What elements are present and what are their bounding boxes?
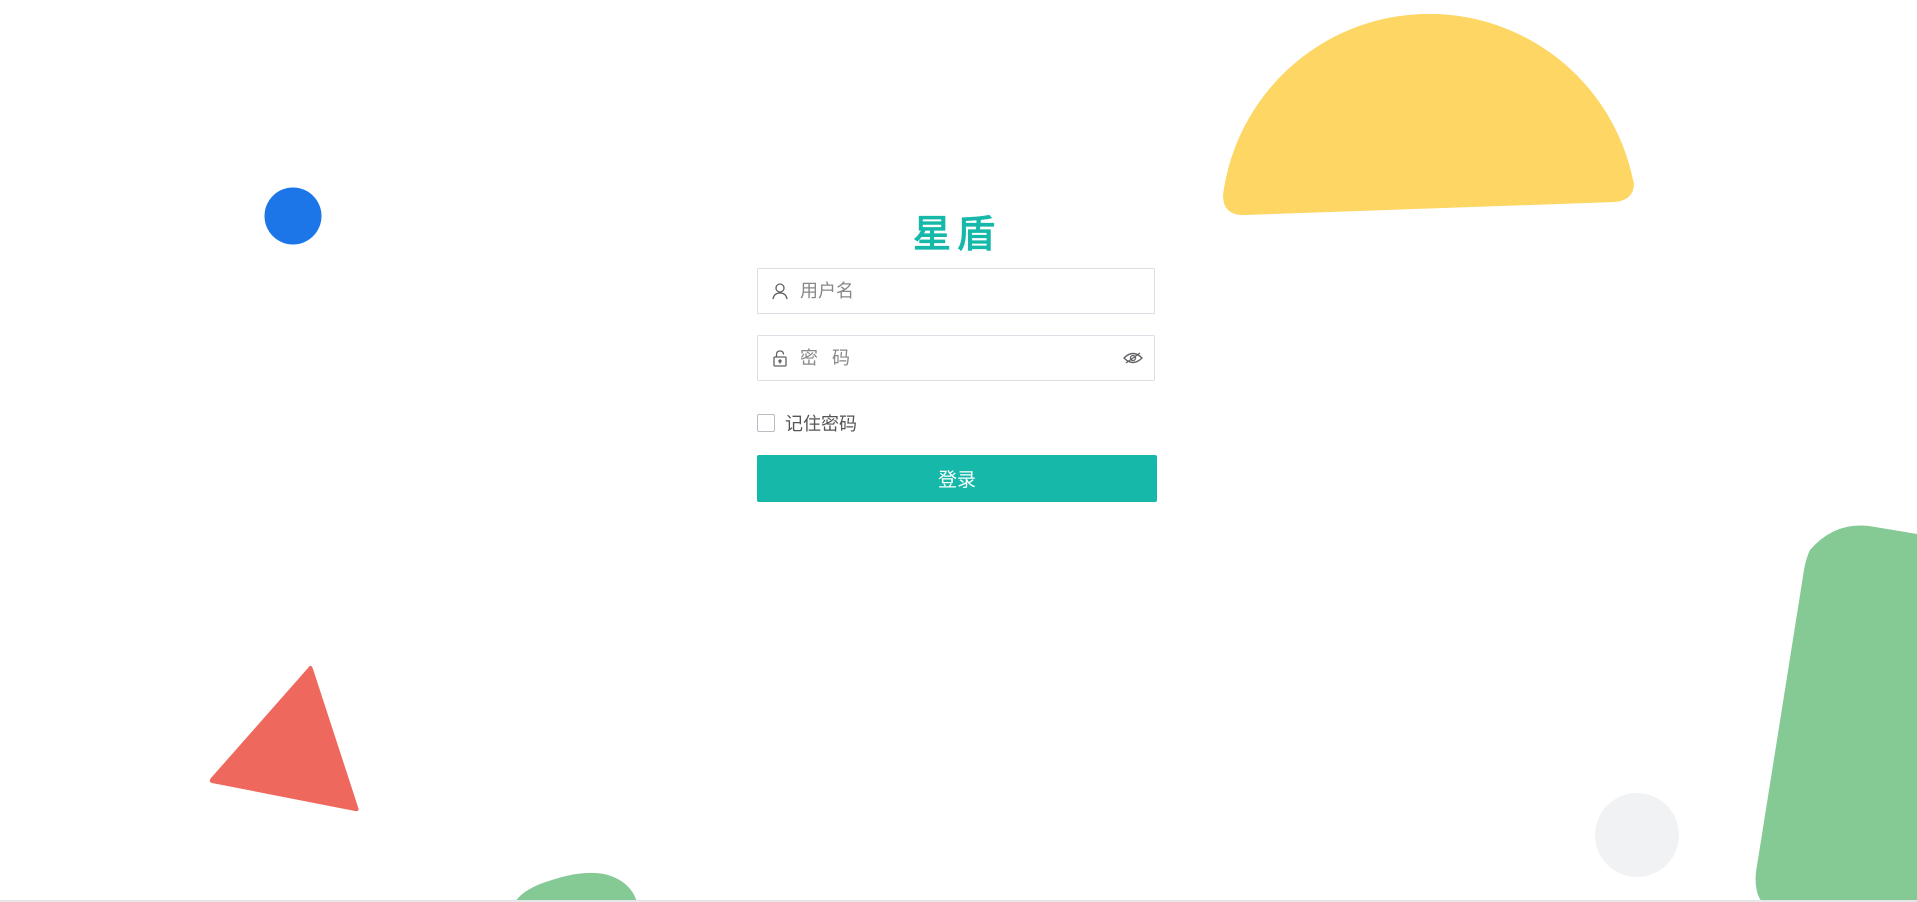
remember-password-label: 记住密码 [785,414,857,435]
remember-password-checkbox[interactable] [757,414,775,432]
password-field[interactable] [757,335,1155,381]
username-input[interactable] [790,269,1154,313]
remember-password-option[interactable]: 记住密码 [757,412,857,435]
gray-circle-shape [1595,793,1679,877]
green-half-blob-shape [515,872,637,902]
green-rounded-rect-shape [1755,525,1917,902]
username-field[interactable] [757,268,1155,314]
login-button[interactable]: 登录 [757,455,1157,502]
eye-icon[interactable] [1122,347,1144,369]
lock-icon [770,348,790,368]
user-icon [770,281,790,301]
red-triangle-shape [209,665,359,812]
app-title: 星盾 [912,212,1001,256]
blue-dot-shape [264,187,322,245]
password-input[interactable] [790,336,1122,380]
yellow-half-circle-shape [1223,13,1634,216]
